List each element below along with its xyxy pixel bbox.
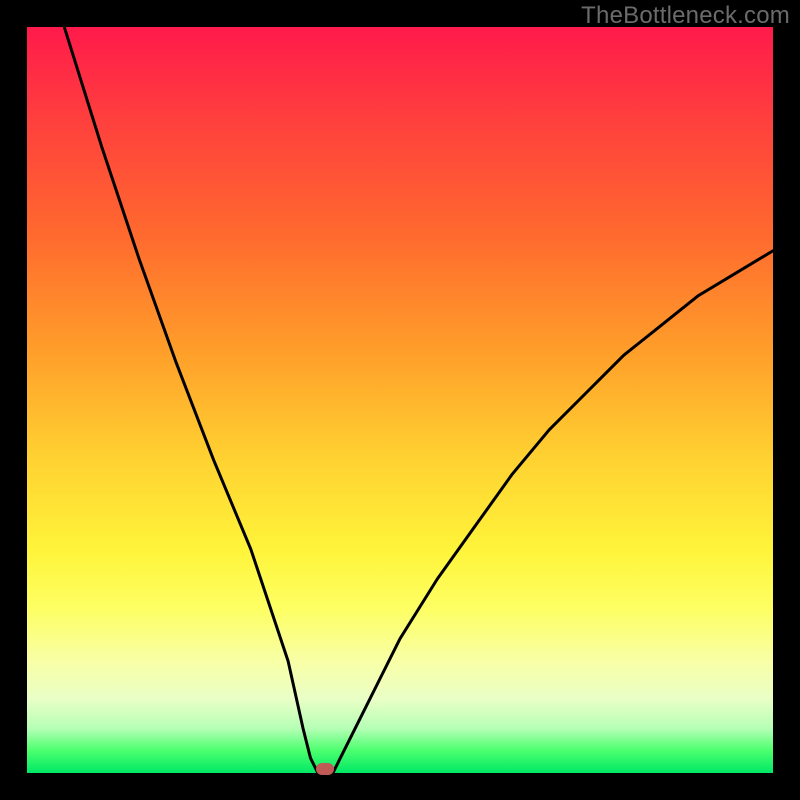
chart-frame: TheBottleneck.com (0, 0, 800, 800)
watermark-text: TheBottleneck.com (581, 2, 790, 30)
plot-area (27, 27, 773, 773)
optimal-point-marker (316, 763, 334, 775)
bottleneck-curve (27, 27, 773, 773)
